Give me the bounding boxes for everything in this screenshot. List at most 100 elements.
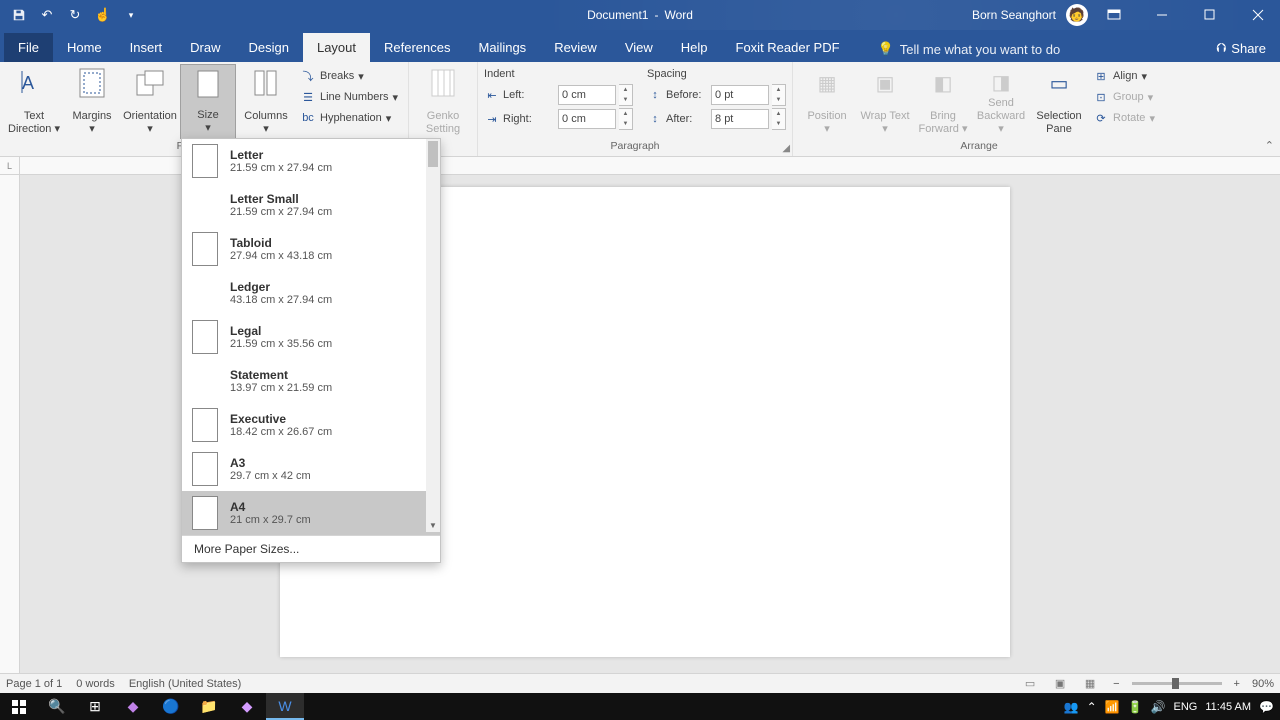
size-option-a4[interactable]: A421 cm x 29.7 cm: [182, 491, 440, 535]
size-option-ledger[interactable]: Ledger43.18 cm x 27.94 cm: [182, 271, 440, 315]
tray-language[interactable]: ENG: [1174, 701, 1198, 713]
size-option-statement[interactable]: Statement13.97 cm x 21.59 cm: [182, 359, 440, 403]
read-mode-button[interactable]: ▭: [1019, 676, 1041, 692]
save-button[interactable]: [8, 4, 30, 26]
size-option-letter-small[interactable]: Letter Small21.59 cm x 27.94 cm: [182, 183, 440, 227]
hyphenation-icon: bc: [300, 110, 316, 126]
group-button[interactable]: ⊡Group ▾: [1089, 87, 1159, 107]
align-button[interactable]: ⊞Align ▾: [1089, 66, 1159, 86]
line-numbers-button[interactable]: ☰Line Numbers ▾: [296, 87, 402, 107]
avatar[interactable]: 🧑: [1066, 4, 1088, 26]
close-button[interactable]: [1236, 0, 1280, 30]
tab-design[interactable]: Design: [235, 33, 303, 62]
maximize-button[interactable]: [1188, 0, 1232, 30]
tray-overflow-icon[interactable]: ⌃: [1087, 700, 1097, 714]
margins-button[interactable]: Margins▾: [64, 64, 120, 139]
position-button[interactable]: ▦Position▾: [799, 64, 855, 139]
tell-me-search[interactable]: 💡 Tell me what you want to do: [868, 36, 1071, 62]
tab-home[interactable]: Home: [53, 33, 116, 62]
spin-down[interactable]: ▼: [619, 95, 632, 105]
taskbar-app-word[interactable]: W: [266, 693, 304, 720]
print-layout-button[interactable]: ▣: [1049, 676, 1071, 692]
size-option-executive[interactable]: Executive18.42 cm x 26.67 cm: [182, 403, 440, 447]
size-option-a3[interactable]: A329.7 cm x 42 cm: [182, 447, 440, 491]
tab-help[interactable]: Help: [667, 33, 722, 62]
taskbar-app-explorer[interactable]: 📁: [190, 693, 228, 720]
breaks-button[interactable]: ⤵Breaks ▾: [296, 66, 402, 86]
margins-icon: [76, 67, 108, 99]
ribbon-options-button[interactable]: [1092, 0, 1136, 30]
spin-down[interactable]: ▼: [772, 119, 785, 129]
web-layout-button[interactable]: ▦: [1079, 676, 1101, 692]
size-option-tabloid[interactable]: Tabloid27.94 cm x 43.18 cm: [182, 227, 440, 271]
tray-clock[interactable]: 11:45 AM: [1205, 701, 1251, 713]
notification-icon[interactable]: 💬: [1259, 700, 1274, 714]
size-option-letter[interactable]: Letter21.59 cm x 27.94 cm: [182, 139, 440, 183]
zoom-slider[interactable]: [1132, 682, 1222, 685]
rotate-button[interactable]: ⟳Rotate ▾: [1089, 108, 1159, 128]
battery-icon[interactable]: 🔋: [1128, 700, 1143, 714]
page-number[interactable]: Page 1 of 1: [6, 678, 62, 690]
size-option-legal[interactable]: Legal21.59 cm x 35.56 cm: [182, 315, 440, 359]
qat-customize-button[interactable]: ▾: [120, 4, 142, 26]
spin-down[interactable]: ▼: [619, 119, 632, 129]
redo-button[interactable]: ↻: [64, 4, 86, 26]
more-paper-sizes-button[interactable]: More Paper Sizes...: [182, 535, 440, 562]
spin-up[interactable]: ▲: [772, 109, 785, 119]
tab-layout[interactable]: Layout: [303, 33, 370, 62]
share-button[interactable]: ⮉ Share: [1202, 34, 1280, 62]
selection-pane-button[interactable]: ▭Selection Pane: [1031, 64, 1087, 139]
orientation-button[interactable]: Orientation▾: [122, 64, 178, 139]
language[interactable]: English (United States): [129, 678, 242, 690]
taskbar-app-phpstorm[interactable]: ◆: [114, 693, 152, 720]
tab-references[interactable]: References: [370, 33, 464, 62]
genko-setting-button[interactable]: Genko Setting: [415, 64, 471, 139]
dropdown-scrollbar[interactable]: [426, 139, 440, 532]
word-count[interactable]: 0 words: [76, 678, 115, 690]
collapse-ribbon-button[interactable]: ⌃: [1265, 139, 1274, 152]
wrap-text-button[interactable]: ▣Wrap Text▾: [857, 64, 913, 139]
hyphenation-button[interactable]: bcHyphenation ▾: [296, 108, 402, 128]
tab-insert[interactable]: Insert: [116, 33, 177, 62]
svg-text:A: A: [22, 73, 34, 93]
tab-mailings[interactable]: Mailings: [465, 33, 541, 62]
minimize-button[interactable]: [1140, 0, 1184, 30]
tab-draw[interactable]: Draw: [176, 33, 234, 62]
taskbar-app-premiere[interactable]: ◆: [228, 693, 266, 720]
spin-up[interactable]: ▲: [619, 85, 632, 95]
send-backward-button[interactable]: ◨Send Backward ▾: [973, 64, 1029, 139]
spin-down[interactable]: ▼: [772, 95, 785, 105]
touch-mode-button[interactable]: ☝: [92, 4, 114, 26]
spin-up[interactable]: ▲: [772, 85, 785, 95]
taskbar-app-chrome[interactable]: 🔵: [152, 693, 190, 720]
tab-review[interactable]: Review: [540, 33, 611, 62]
text-direction-button[interactable]: A Text Direction ▾: [6, 64, 62, 139]
scrollbar-down-arrow[interactable]: ▼: [426, 518, 440, 532]
spacing-after-input[interactable]: 8 pt: [711, 109, 769, 129]
indent-right-input[interactable]: 0 cm: [558, 109, 616, 129]
zoom-in-button[interactable]: +: [1230, 678, 1244, 690]
task-view-button[interactable]: ⊞: [76, 693, 114, 720]
spacing-before-input[interactable]: 0 pt: [711, 85, 769, 105]
zoom-level[interactable]: 90%: [1252, 678, 1274, 690]
spin-up[interactable]: ▲: [619, 109, 632, 119]
search-button[interactable]: 🔍: [38, 693, 76, 720]
tab-foxit[interactable]: Foxit Reader PDF: [722, 33, 854, 62]
people-icon[interactable]: 👥: [1064, 700, 1079, 714]
ruler-corner[interactable]: L: [0, 157, 20, 175]
indent-left-input[interactable]: 0 cm: [558, 85, 616, 105]
undo-button[interactable]: ↶: [36, 4, 58, 26]
selection-pane-icon: ▭: [1043, 67, 1075, 99]
windows-taskbar: 🔍 ⊞ ◆ 🔵 📁 ◆ W 👥 ⌃ 📶 🔋 🔊 ENG 11:45 AM 💬: [0, 693, 1280, 720]
volume-icon[interactable]: 🔊: [1151, 700, 1166, 714]
paragraph-dialog-launcher[interactable]: ◢: [782, 143, 790, 154]
start-button[interactable]: [0, 693, 38, 720]
zoom-out-button[interactable]: −: [1109, 678, 1123, 690]
tab-file[interactable]: File: [4, 33, 53, 62]
size-button[interactable]: Size▾: [180, 64, 236, 139]
columns-button[interactable]: Columns▾: [238, 64, 294, 139]
wifi-icon[interactable]: 📶: [1105, 700, 1120, 714]
tab-view[interactable]: View: [611, 33, 667, 62]
vertical-ruler[interactable]: [0, 175, 20, 673]
bring-forward-button[interactable]: ◧Bring Forward ▾: [915, 64, 971, 139]
